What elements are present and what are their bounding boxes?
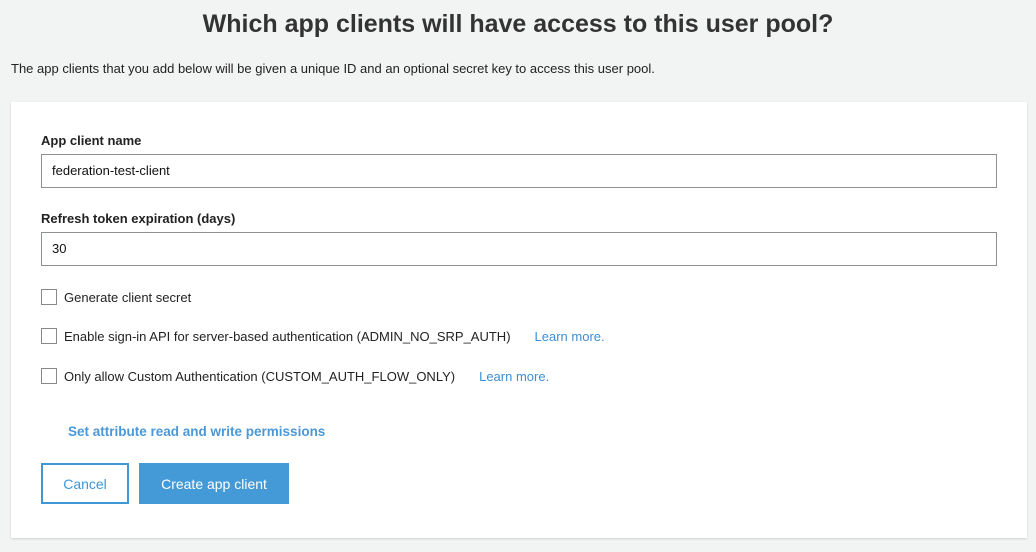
create-app-client-button[interactable]: Create app client (139, 463, 289, 504)
app-client-name-input[interactable]: federation-test-client (41, 154, 997, 188)
app-client-name-label: App client name (41, 133, 142, 148)
learn-more-link[interactable]: Learn more. (535, 329, 605, 344)
custom-auth-option[interactable]: Only allow Custom Authentication (CUSTOM… (41, 368, 549, 384)
attribute-permissions-link[interactable]: Set attribute read and write permissions (68, 424, 325, 439)
generate-secret-option[interactable]: Generate client secret (41, 289, 191, 305)
checkbox-label: Only allow Custom Authentication (CUSTOM… (64, 368, 456, 384)
checkbox-label: Generate client secret (64, 289, 192, 305)
admin-no-srp-checkbox[interactable] (41, 328, 57, 344)
refresh-token-input[interactable]: 30 (41, 232, 997, 266)
page-subtitle: The app clients that you add below will … (11, 61, 655, 76)
custom-auth-checkbox[interactable] (41, 368, 57, 384)
learn-more-link[interactable]: Learn more. (479, 369, 549, 384)
cancel-button[interactable]: Cancel (41, 463, 129, 504)
generate-secret-checkbox[interactable] (41, 289, 57, 305)
checkbox-label: Enable sign-in API for server-based auth… (64, 328, 511, 344)
refresh-token-label: Refresh token expiration (days) (41, 211, 236, 226)
admin-no-srp-option[interactable]: Enable sign-in API for server-based auth… (41, 328, 605, 344)
app-client-form: App client name federation-test-client R… (11, 102, 1027, 538)
page-title: Which app clients will have access to th… (202, 10, 834, 38)
